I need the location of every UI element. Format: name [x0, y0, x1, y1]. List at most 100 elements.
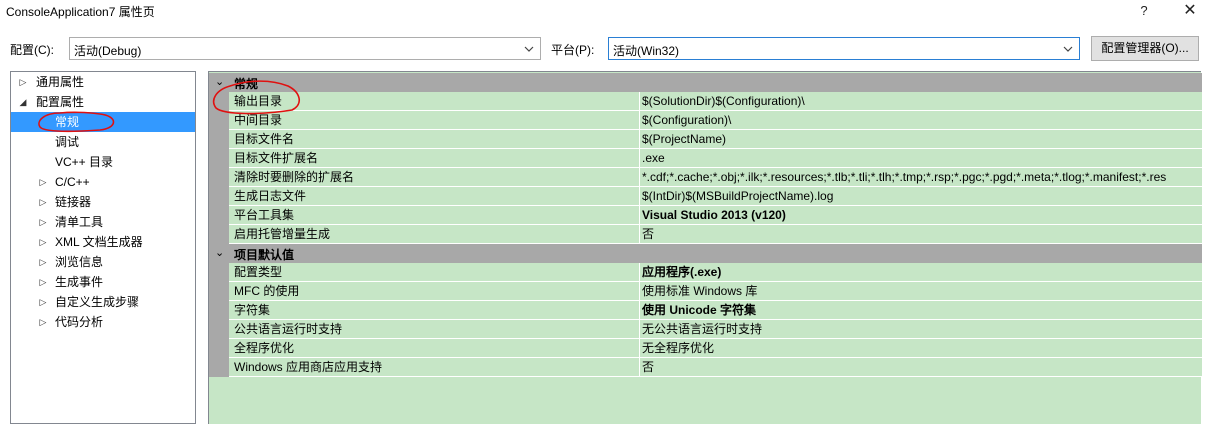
property-row[interactable]: 启用托管增量生成 否: [209, 225, 1202, 244]
property-name: 清除时要删除的扩展名: [229, 168, 640, 187]
row-gutter: [209, 320, 229, 339]
tree-item-configuration-properties[interactable]: ◢ 配置属性: [11, 92, 195, 112]
expand-arrow-icon[interactable]: ▷: [38, 272, 48, 292]
tree-item-code-analysis[interactable]: ▷ 代码分析: [11, 312, 195, 332]
tree-item-common-properties[interactable]: ▷ 通用属性: [11, 72, 195, 92]
tree-item-vc-directories[interactable]: VC++ 目录: [11, 152, 195, 172]
category-header-general[interactable]: ⌄ 常规: [209, 73, 1202, 92]
property-row[interactable]: Windows 应用商店应用支持 否: [209, 358, 1202, 377]
property-row[interactable]: 配置类型 应用程序(.exe): [209, 263, 1202, 282]
property-value[interactable]: Visual Studio 2013 (v120): [640, 206, 1202, 225]
property-row[interactable]: 目标文件扩展名 .exe: [209, 149, 1202, 168]
tree-item-linker[interactable]: ▷ 链接器: [11, 192, 195, 212]
property-name: 输出目录: [229, 92, 640, 111]
property-row[interactable]: 字符集 使用 Unicode 字符集: [209, 301, 1202, 320]
property-name: 生成日志文件: [229, 187, 640, 206]
property-name: 目标文件扩展名: [229, 149, 640, 168]
row-gutter: [209, 187, 229, 206]
property-value[interactable]: $(ProjectName): [640, 130, 1202, 149]
chevron-down-icon: [1063, 46, 1073, 52]
collapse-chevron-icon[interactable]: ⌄: [215, 75, 224, 88]
row-gutter: [209, 92, 229, 111]
property-value[interactable]: 应用程序(.exe): [640, 263, 1202, 282]
tree-item-label: 自定义生成步骤: [55, 295, 140, 309]
row-gutter: [209, 168, 229, 187]
property-row[interactable]: 全程序优化 无全程序优化: [209, 339, 1202, 358]
property-name: 目标文件名: [229, 130, 640, 149]
close-button[interactable]: ✕: [1167, 0, 1207, 22]
expand-arrow-icon[interactable]: ▷: [38, 232, 48, 252]
expand-arrow-icon[interactable]: ▷: [38, 252, 48, 272]
property-name: 中间目录: [229, 111, 640, 130]
property-value[interactable]: $(Configuration)\: [640, 111, 1202, 130]
property-value[interactable]: $(IntDir)$(MSBuildProjectName).log: [640, 187, 1202, 206]
chevron-down-icon: [524, 46, 534, 52]
collapse-arrow-icon[interactable]: ◢: [18, 92, 28, 112]
property-name: MFC 的使用: [229, 282, 640, 301]
property-name: 字符集: [229, 301, 640, 320]
category-header-project-defaults[interactable]: ⌄ 项目默认值: [209, 244, 1202, 263]
platform-select-value: 活动(Win32): [613, 44, 680, 58]
row-gutter: [209, 206, 229, 225]
tree-item-label: 链接器: [55, 195, 92, 209]
tree-item-c-cpp[interactable]: ▷ C/C++: [11, 172, 195, 192]
expand-arrow-icon[interactable]: ▷: [38, 292, 48, 312]
tree-item-label: 常规: [55, 115, 80, 129]
config-select[interactable]: 活动(Debug): [69, 37, 541, 60]
tree-item-debugging[interactable]: 调试: [11, 132, 195, 152]
config-label: 配置(C):: [10, 43, 54, 57]
property-row[interactable]: 中间目录 $(Configuration)\: [209, 111, 1202, 130]
property-name: 公共语言运行时支持: [229, 320, 640, 339]
category-title: 常规: [234, 77, 259, 91]
property-row[interactable]: 生成日志文件 $(IntDir)$(MSBuildProjectName).lo…: [209, 187, 1202, 206]
expand-arrow-icon[interactable]: ▷: [38, 172, 48, 192]
platform-select[interactable]: 活动(Win32): [608, 37, 1080, 60]
tree-item-label: 配置属性: [36, 95, 85, 109]
property-value[interactable]: $(SolutionDir)$(Configuration)\: [640, 92, 1202, 111]
property-row[interactable]: MFC 的使用 使用标准 Windows 库: [209, 282, 1202, 301]
row-gutter: [209, 282, 229, 301]
tree-item-browse-information[interactable]: ▷ 浏览信息: [11, 252, 195, 272]
tree-item-manifest-tool[interactable]: ▷ 清单工具: [11, 212, 195, 232]
property-row[interactable]: 输出目录 $(SolutionDir)$(Configuration)\: [209, 92, 1202, 111]
tree-item-build-events[interactable]: ▷ 生成事件: [11, 272, 195, 292]
collapse-chevron-icon[interactable]: ⌄: [215, 246, 224, 259]
expand-arrow-icon[interactable]: ▷: [38, 312, 48, 332]
property-grid: ⌄ 常规 输出目录 $(SolutionDir)$(Configuration)…: [208, 71, 1202, 424]
tree-item-general[interactable]: 常规: [11, 112, 195, 132]
expand-arrow-icon[interactable]: ▷: [38, 192, 48, 212]
tree-item-label: XML 文档生成器: [55, 235, 143, 249]
property-row[interactable]: 清除时要删除的扩展名 *.cdf;*.cache;*.obj;*.ilk;*.r…: [209, 168, 1202, 187]
category-title: 项目默认值: [234, 248, 295, 262]
property-name: 配置类型: [229, 263, 640, 282]
tree-item-label: 调试: [55, 135, 80, 149]
expand-arrow-icon[interactable]: ▷: [38, 212, 48, 232]
configuration-manager-button[interactable]: 配置管理器(O)...: [1091, 36, 1199, 61]
property-row[interactable]: 公共语言运行时支持 无公共语言运行时支持: [209, 320, 1202, 339]
row-gutter: [209, 149, 229, 168]
property-value[interactable]: 使用标准 Windows 库: [640, 282, 1202, 301]
property-row[interactable]: 目标文件名 $(ProjectName): [209, 130, 1202, 149]
property-row[interactable]: 平台工具集 Visual Studio 2013 (v120): [209, 206, 1202, 225]
property-name: Windows 应用商店应用支持: [229, 358, 640, 377]
property-value[interactable]: 无公共语言运行时支持: [640, 320, 1202, 339]
help-button[interactable]: ?: [1121, 0, 1167, 22]
property-value[interactable]: 使用 Unicode 字符集: [640, 301, 1202, 320]
property-value[interactable]: 否: [640, 225, 1202, 244]
property-value[interactable]: *.cdf;*.cache;*.obj;*.ilk;*.resources;*.…: [640, 168, 1202, 187]
tree-item-xml-document-generator[interactable]: ▷ XML 文档生成器: [11, 232, 195, 252]
tree-item-label: VC++ 目录: [55, 155, 114, 169]
property-tree: ▷ 通用属性 ◢ 配置属性 常规 调试 VC++ 目录 ▷ C/C++ ▷ 链接…: [10, 71, 196, 424]
expand-arrow-icon[interactable]: ▷: [18, 72, 28, 92]
tree-item-custom-build-step[interactable]: ▷ 自定义生成步骤: [11, 292, 195, 312]
property-name: 启用托管增量生成: [229, 225, 640, 244]
property-value[interactable]: .exe: [640, 149, 1202, 168]
property-value[interactable]: 无全程序优化: [640, 339, 1202, 358]
row-gutter: [209, 225, 229, 244]
row-gutter: [209, 130, 229, 149]
row-gutter: [209, 301, 229, 320]
property-name: 平台工具集: [229, 206, 640, 225]
property-value[interactable]: 否: [640, 358, 1202, 377]
row-gutter: [209, 111, 229, 130]
tree-item-label: 浏览信息: [55, 255, 104, 269]
